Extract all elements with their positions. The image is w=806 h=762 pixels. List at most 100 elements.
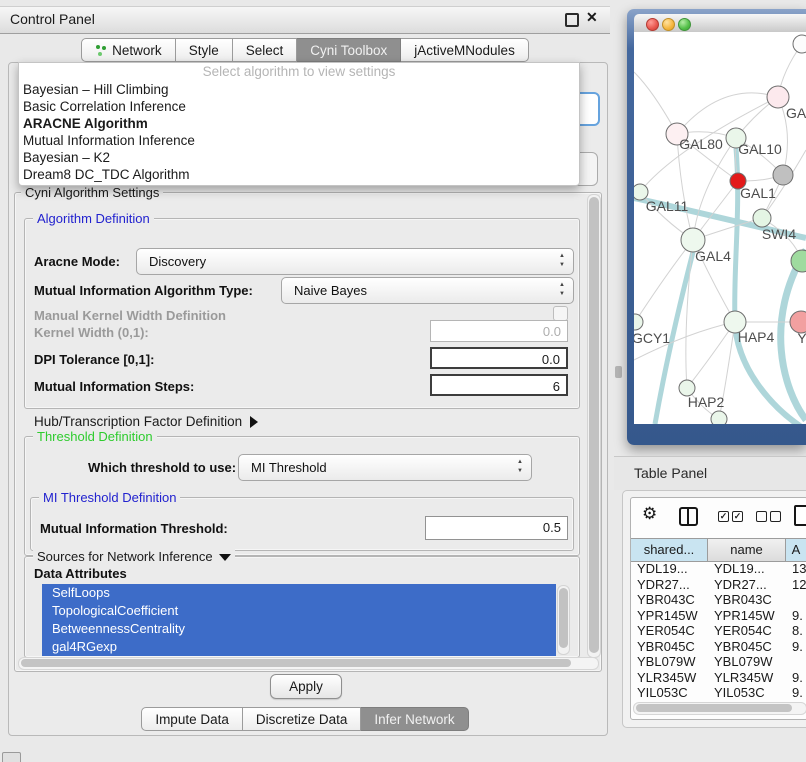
checked-checkbox-icon[interactable]: ✓ [732,511,743,522]
attribute-item-gal4rgexp[interactable]: gal4RGexp [42,638,556,656]
attributes-scrollbar[interactable] [557,585,570,655]
attribute-item-topologicalcoefficient[interactable]: TopologicalCoefficient [42,602,556,620]
node-label-hap4: HAP4 [738,329,775,345]
mi-type-combobox[interactable]: Naive Bayes ▲▼ [281,277,574,304]
network-edge[interactable] [677,93,778,134]
network-edge[interactable] [687,322,735,388]
close-traffic-light[interactable] [646,18,659,31]
column-header-a[interactable]: A [786,539,806,561]
settings-hscrollbar-thumb[interactable] [21,659,571,667]
table-row[interactable]: YIL053CYIL053C9. [631,685,806,701]
tab-label: Style [189,43,219,58]
float-icon[interactable] [565,13,579,27]
column-header-name[interactable]: name [708,539,786,561]
mi-steps-label: Mutual Information Steps: [34,379,194,394]
table-row[interactable]: YBR045CYBR045C9. [631,639,806,655]
mi-threshold-input[interactable]: 0.5 [425,516,568,540]
collapsed-panel-icon[interactable] [2,752,21,762]
attributes-scrollbar-thumb[interactable] [559,588,568,648]
table-cell: YLR345W [708,670,786,686]
table-cell: 13 [786,561,806,577]
table-row[interactable]: YBR043CYBR043C [631,592,806,608]
table-row[interactable]: YDR27...YDR27...12 [631,577,806,593]
table-row[interactable]: YDL19...YDL19...13 [631,561,806,577]
checked-checkbox-icon[interactable]: ✓ [718,511,729,522]
table-row[interactable]: YER054CYER054C8. [631,623,806,639]
table-cell: 9. [786,608,806,624]
attribute-item-betweennesscentrality[interactable]: BetweennessCentrality [42,620,556,638]
collapse-right-icon [250,416,258,428]
unchecked-checkbox-icon[interactable] [770,511,781,522]
table-row[interactable]: YPR145WYPR145W9. [631,608,806,624]
collapse-down-icon [219,554,231,561]
stepper-icon: ▲▼ [556,252,568,270]
network-node[interactable] [793,35,806,53]
tab-select[interactable]: Select [233,38,298,62]
table-cell: YDL19... [631,561,708,577]
algorithm-dropdown: Select algorithm to view settings Bayesi… [18,62,580,186]
minimize-traffic-light[interactable] [662,18,675,31]
control-panel-title: Control Panel [10,11,95,27]
apply-button[interactable]: Apply [270,674,342,699]
table-cell: YPR145W [631,608,708,624]
aracne-mode-combobox[interactable]: Discovery ▲▼ [136,248,574,275]
network-edge[interactable] [693,138,736,240]
tab-style[interactable]: Style [176,38,233,62]
table-cell: YER054C [708,623,786,639]
close-icon[interactable]: ✕ [586,9,598,26]
hub-definition-label: Hub/Transcription Factor Definition [34,414,242,429]
algorithm-option-bayesian-hill-climbing[interactable]: Bayesian – Hill Climbing [19,81,579,98]
aracne-mode-value: Discovery [137,249,573,274]
zoom-traffic-light[interactable] [678,18,691,31]
tab-label: jActiveMNodules [414,43,515,58]
network-node-swi4[interactable] [753,209,771,227]
settings-hscrollbar[interactable] [18,657,599,670]
algorithm-option-bayesian-k2[interactable]: Bayesian – K2 [19,149,579,166]
network-node[interactable] [711,411,727,424]
network-canvas[interactable]: GALGAL80GAL10GAL1GAL11SWI4GAL4GCY1HAP4YH… [634,32,806,424]
tab-cyni-toolbox[interactable]: Cyni Toolbox [297,38,401,62]
algorithm-option-aracne-algorithm[interactable]: ARACNE Algorithm [19,115,579,132]
split-pane-handle[interactable] [615,366,622,378]
settings-scrollbar-thumb[interactable] [589,197,599,653]
network-graph: GALGAL80GAL10GAL1GAL11SWI4GAL4GCY1HAP4YH… [634,32,806,424]
node-label-gal11: GAL11 [646,198,689,214]
unchecked-checkbox-icon[interactable] [756,511,767,522]
table-row[interactable]: YLR345WYLR345W9. [631,670,806,686]
export-file-icon[interactable] [794,505,806,526]
settings-scrollbar[interactable] [587,194,601,658]
table-cell: YBR045C [631,639,708,655]
network-node-gcy1[interactable] [634,314,643,330]
node-label-swi4: SWI4 [762,226,796,242]
algorithm-option-dream8-dc-tdc-algorithm[interactable]: Dream8 DC_TDC Algorithm [19,166,579,183]
columns-icon[interactable] [679,507,698,526]
kernel-width-input[interactable]: 0.0 [430,320,568,342]
which-threshold-combobox[interactable]: MI Threshold ▲▼ [238,454,532,481]
algorithm-option-mutual-information-inference[interactable]: Mutual Information Inference [19,132,579,149]
dpi-tolerance-input[interactable]: 0.0 [430,347,568,369]
column-header-shared[interactable]: shared... [631,539,708,561]
table-hscrollbar-thumb[interactable] [636,704,792,712]
gear-icon[interactable]: ⚙ [642,504,657,524]
tab-infer-network[interactable]: Infer Network [361,707,468,731]
attribute-item-selfloops[interactable]: SelfLoops [42,584,556,602]
network-window-titlebar[interactable] [634,14,806,33]
tab-network[interactable]: Network [81,38,176,62]
cyni-settings-title: Cyni Algorithm Settings [21,185,163,200]
algorithm-option-basic-correlation-inference[interactable]: Basic Correlation Inference [19,98,579,115]
tab-label: Discretize Data [256,712,348,727]
sources-title[interactable]: Sources for Network Inference [33,549,235,564]
tab-discretize-data[interactable]: Discretize Data [243,707,362,731]
tab-label: Select [246,43,284,58]
mi-steps-input[interactable]: 6 [430,374,568,396]
table-hscrollbar[interactable] [633,702,806,715]
manual-kernel-checkbox[interactable] [553,306,568,321]
mi-threshold-label: Mutual Information Threshold: [40,521,228,536]
control-panel-titlebar: Control Panel ✕ [0,6,610,34]
tab-jactivemnodules[interactable]: jActiveMNodules [401,38,529,62]
which-threshold-label: Which threshold to use: [88,460,236,475]
tab-impute-data[interactable]: Impute Data [141,707,243,731]
table-row[interactable]: YBL079WYBL079W [631,654,806,670]
network-node-gal1[interactable] [773,165,793,185]
node-label-gal: GAL [786,105,806,121]
